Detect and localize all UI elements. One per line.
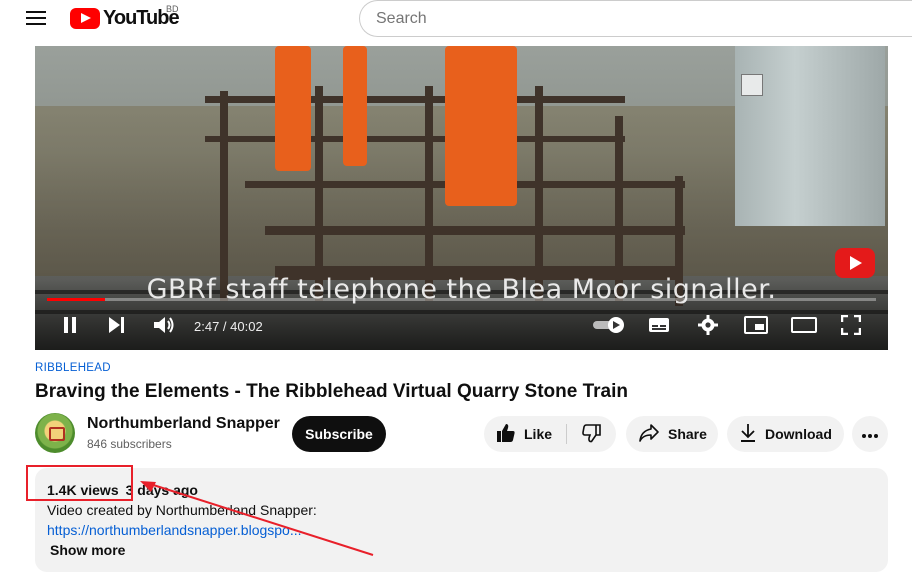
description-link[interactable]: https://northumberlandsnapper.blogspo...: [47, 522, 302, 538]
show-more-button[interactable]: Show more: [50, 542, 125, 558]
share-button[interactable]: Share: [626, 416, 718, 452]
masthead: YouTube BD: [0, 0, 912, 38]
subscribe-button[interactable]: Subscribe: [292, 416, 386, 452]
video-player[interactable]: GBRf staff telephone the Blea Moor signa…: [35, 46, 888, 350]
thumbs-up-icon: [496, 423, 516, 446]
subtitles-icon[interactable]: [647, 314, 671, 336]
volume-icon[interactable]: [152, 314, 176, 336]
player-controls: 2:47 / 40:02: [35, 308, 888, 342]
thumbs-down-icon: [581, 423, 602, 446]
channel-avatar[interactable]: [35, 413, 75, 453]
like-label: Like: [524, 426, 553, 442]
progress-bar[interactable]: [47, 298, 876, 301]
settings-gear-icon[interactable]: [696, 314, 720, 336]
annotation-highlight-box: [26, 465, 133, 501]
share-label: Share: [668, 426, 707, 442]
upload-age: 3 days ago: [125, 482, 198, 498]
like-dislike-group: Like: [484, 416, 616, 452]
autoplay-toggle[interactable]: [591, 314, 627, 336]
share-arrow-icon: [638, 423, 660, 446]
youtube-play-icon: [70, 7, 100, 29]
video-title: Braving the Elements - The Ribblehead Vi…: [35, 381, 629, 402]
description-text: Video created by Northumberland Snapper:: [47, 502, 317, 518]
download-icon: [739, 423, 757, 446]
more-horizontal-icon: [861, 426, 879, 442]
youtube-logo[interactable]: YouTube: [70, 6, 180, 30]
like-button[interactable]: Like: [484, 416, 566, 452]
download-label: Download: [765, 426, 832, 442]
description-box[interactable]: 1.4K views 3 days ago Video created by No…: [35, 468, 888, 572]
more-actions-button[interactable]: [852, 416, 888, 452]
progress-played: [47, 298, 106, 301]
dislike-button[interactable]: [567, 416, 616, 452]
download-button[interactable]: Download: [727, 416, 844, 452]
fullscreen-icon[interactable]: [839, 314, 863, 336]
miniplayer-icon[interactable]: [743, 314, 769, 336]
next-video-icon[interactable]: [105, 314, 127, 336]
search-input[interactable]: [360, 1, 912, 36]
search-box[interactable]: [359, 0, 912, 37]
lineside-cabinet: [735, 46, 885, 226]
channel-name[interactable]: Northumberland Snapper: [87, 415, 280, 433]
video-hashtag-link[interactable]: RIBBLEHEAD: [35, 362, 111, 374]
theater-mode-icon[interactable]: [790, 314, 818, 336]
hamburger-menu-icon[interactable]: [18, 6, 54, 30]
pause-icon[interactable]: [59, 314, 81, 336]
youtube-watermark-icon[interactable]: [835, 248, 875, 278]
worker-figure: [275, 46, 311, 171]
time-display: 2:47 / 40:02: [194, 319, 263, 334]
country-code: BD: [166, 4, 179, 14]
subscriber-count: 846 subscribers: [87, 437, 172, 451]
